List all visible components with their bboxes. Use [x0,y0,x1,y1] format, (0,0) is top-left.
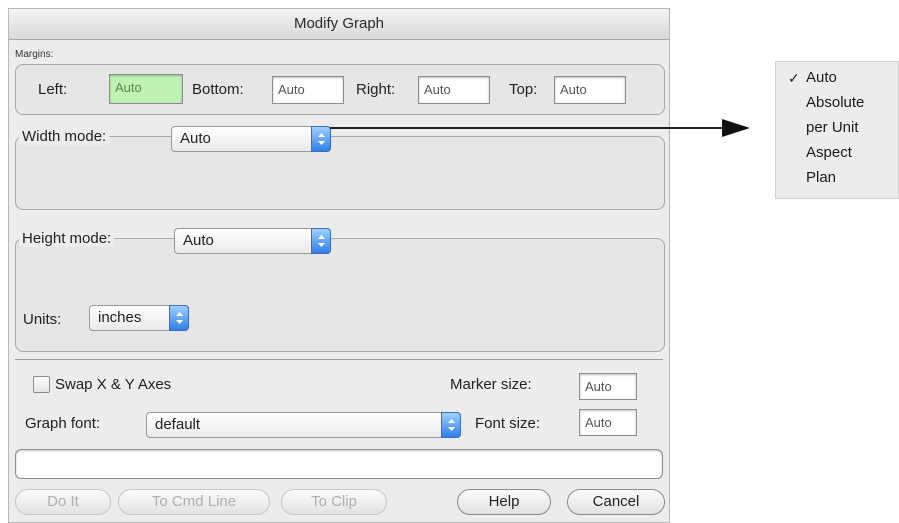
graph-font-label: Graph font: [25,415,101,432]
right-margin-field[interactable]: Auto [418,76,490,104]
menu-item-aspect[interactable]: Aspect [806,144,852,161]
help-button[interactable]: Help [457,489,551,515]
bottom-margin-field[interactable]: Auto [272,76,344,104]
to-cmd-line-button[interactable]: To Cmd Line [118,489,270,515]
menu-item-absolute[interactable]: Absolute [806,94,864,111]
to-clip-button[interactable]: To Clip [281,489,387,515]
units-popup[interactable]: inches [89,305,189,331]
height-mode-label: Height mode: [19,230,115,247]
units-label: Units: [23,311,62,328]
popup-arrows-icon [441,412,461,438]
swap-axes-label: Swap X & Y Axes [55,376,172,393]
bottom-margin-label: Bottom: [192,81,244,98]
popup-arrows-icon [311,126,331,152]
command-line-field[interactable] [15,449,663,479]
graph-font-popup[interactable]: default [146,412,461,438]
width-mode-group [15,136,665,210]
modify-graph-dialog: Modify Graph Margins: Left: Auto Bottom:… [8,8,670,523]
height-mode-group [15,238,665,352]
callout-line [330,127,725,129]
width-mode-value: Auto [180,130,211,147]
checkmark-icon: ✓ [788,70,800,86]
left-margin-field[interactable]: Auto [109,74,183,104]
popup-arrows-icon [311,228,331,254]
separator [15,359,663,360]
graph-font-value: default [155,416,201,433]
marker-size-field[interactable]: Auto [579,373,637,400]
popup-arrows-icon [169,305,189,331]
cancel-button[interactable]: Cancel [567,489,665,515]
height-mode-value: Auto [183,232,214,249]
margins-group-label: Margins: [15,49,54,60]
swap-axes-checkbox[interactable] [33,376,50,393]
arrow-right-icon [722,119,750,137]
height-mode-popup[interactable]: Auto [174,228,331,254]
units-value: inches [98,309,142,326]
left-margin-label: Left: [38,81,68,98]
width-mode-menu: ✓ Auto Absolute per Unit Aspect Plan [775,61,899,199]
menu-item-auto[interactable]: Auto [806,69,837,86]
window-title: Modify Graph [9,9,669,40]
right-margin-label: Right: [356,81,396,98]
width-mode-label: Width mode: [19,128,110,145]
menu-item-per-unit[interactable]: per Unit [806,119,859,136]
width-mode-popup[interactable]: Auto [171,126,331,152]
menu-item-plan[interactable]: Plan [806,169,836,186]
marker-size-label: Marker size: [450,376,532,393]
font-size-label: Font size: [475,415,541,432]
font-size-field[interactable]: Auto [579,409,637,436]
top-margin-field[interactable]: Auto [554,76,626,104]
do-it-button[interactable]: Do It [15,489,111,515]
top-margin-label: Top: [509,81,538,98]
